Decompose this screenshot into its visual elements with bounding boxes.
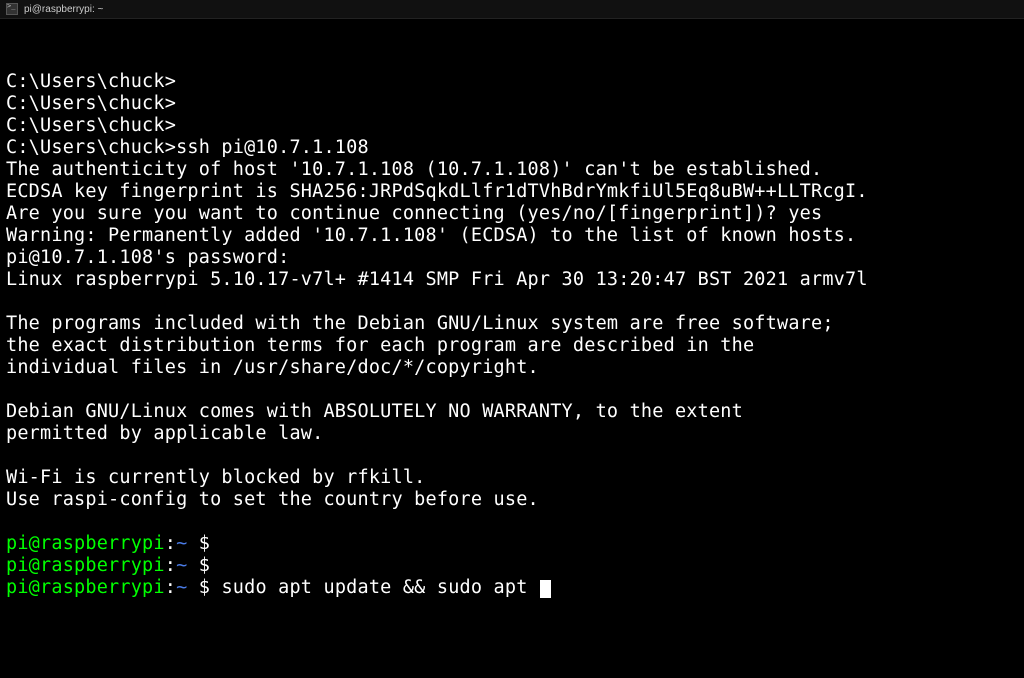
window-titlebar[interactable]: pi@raspberrypi: ~: [0, 0, 1024, 19]
output-line: C:\Users\chuck>: [6, 93, 176, 114]
output-line: Are you sure you want to continue connec…: [6, 203, 822, 224]
prompt-user-host: pi@raspberrypi: [6, 533, 165, 554]
prompt-sigil: $: [187, 555, 221, 576]
prompt-user-host: pi@raspberrypi: [6, 555, 165, 576]
output-line: pi@10.7.1.108's password:: [6, 247, 289, 268]
prompt-sigil: $: [187, 577, 221, 598]
prompt-separator: :: [165, 577, 176, 598]
window-title: pi@raspberrypi: ~: [24, 4, 103, 15]
output-line: Debian GNU/Linux comes with ABSOLUTELY N…: [6, 401, 743, 422]
output-line: The programs included with the Debian GN…: [6, 313, 834, 334]
output-line: the exact distribution terms for each pr…: [6, 335, 754, 356]
prompt-separator: :: [165, 533, 176, 554]
output-line: C:\Users\chuck>: [6, 115, 176, 136]
output-line: ECDSA key fingerprint is SHA256:JRPdSqkd…: [6, 181, 868, 202]
output-line: C:\Users\chuck>: [6, 71, 176, 92]
terminal-output[interactable]: C:\Users\chuck> C:\Users\chuck> C:\Users…: [0, 19, 1024, 605]
command-input[interactable]: sudo apt update && sudo apt: [221, 577, 538, 598]
prompt-path: ~: [176, 555, 187, 576]
output-line: Wi-Fi is currently blocked by rfkill.: [6, 467, 426, 488]
prompt-user-host: pi@raspberrypi: [6, 577, 165, 598]
output-line: The authenticity of host '10.7.1.108 (10…: [6, 159, 822, 180]
output-line: Use raspi-config to set the country befo…: [6, 489, 539, 510]
output-line: Linux raspberrypi 5.10.17-v7l+ #1414 SMP…: [6, 269, 868, 290]
prompt-path: ~: [176, 533, 187, 554]
terminal-icon: [6, 3, 18, 15]
output-line: individual files in /usr/share/doc/*/cop…: [6, 357, 539, 378]
output-line: permitted by applicable law.: [6, 423, 323, 444]
prompt-separator: :: [165, 555, 176, 576]
prompt-path: ~: [176, 577, 187, 598]
prompt-sigil: $: [187, 533, 221, 554]
output-line: C:\Users\chuck>ssh pi@10.7.1.108: [6, 137, 369, 158]
cursor-block: [540, 580, 551, 598]
output-line: Warning: Permanently added '10.7.1.108' …: [6, 225, 856, 246]
